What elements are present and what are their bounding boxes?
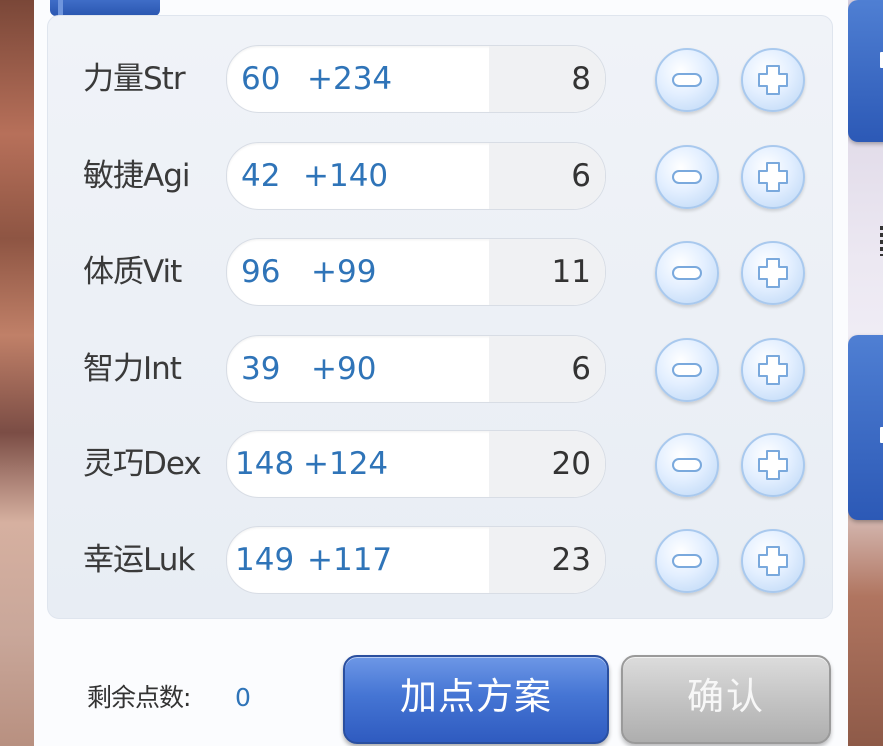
stat-cost-value: 20 [551, 446, 591, 482]
stat-label: 幸运Luk [83, 542, 195, 578]
stat-row-dex: 灵巧Dex 148 +124 20 [0, 430, 883, 498]
stat-bonus-value: +140 [303, 158, 389, 194]
stat-value-field: 60 +234 8 [226, 45, 606, 113]
stat-base-value: 149 [235, 542, 295, 578]
stat-bonus-value: +124 [303, 446, 389, 482]
decrease-agi-button[interactable] [655, 145, 719, 209]
decrease-int-button[interactable] [655, 338, 719, 402]
stat-label: 智力Int [83, 351, 182, 387]
plus-circle-icon [758, 65, 788, 95]
stat-bonus-value: +90 [311, 351, 377, 387]
minus-circle-icon [672, 554, 702, 568]
increase-agi-button[interactable] [741, 145, 805, 209]
stat-cost-value: 6 [571, 351, 591, 387]
stat-label: 灵巧Dex [83, 446, 202, 482]
stat-value-field: 39 +90 6 [226, 335, 606, 403]
increase-dex-button[interactable] [741, 433, 805, 497]
stat-bonus-value: +234 [307, 61, 393, 97]
minus-circle-icon [672, 266, 702, 280]
stat-base-value: 96 [241, 254, 281, 290]
confirm-button[interactable]: 确认 [621, 655, 831, 744]
plus-circle-icon [758, 258, 788, 288]
stat-bonus-value: +117 [307, 542, 393, 578]
stat-label: 敏捷Agi [83, 158, 190, 194]
minus-circle-icon [672, 458, 702, 472]
stat-row-str: 力量Str 60 +234 8 [0, 45, 883, 113]
stat-base-value: 60 [241, 61, 281, 97]
plus-circle-icon [758, 450, 788, 480]
stat-base-value: 42 [241, 158, 281, 194]
increase-str-button[interactable] [741, 48, 805, 112]
stat-value-field: 42 +140 6 [226, 142, 606, 210]
decrease-vit-button[interactable] [655, 241, 719, 305]
stat-value-field: 149 +117 23 [226, 526, 606, 594]
minus-circle-icon [672, 363, 702, 377]
stat-cost-value: 11 [551, 254, 591, 290]
decrease-dex-button[interactable] [655, 433, 719, 497]
allocation-plan-button[interactable]: 加点方案 [343, 655, 609, 744]
stat-row-luk: 幸运Luk 149 +117 23 [0, 526, 883, 594]
decrease-str-button[interactable] [655, 48, 719, 112]
increase-int-button[interactable] [741, 338, 805, 402]
remaining-points-value: 0 [235, 683, 251, 712]
plus-circle-icon [758, 355, 788, 385]
stat-cost-value: 6 [571, 158, 591, 194]
stat-cost-value: 8 [571, 61, 591, 97]
increase-luk-button[interactable] [741, 529, 805, 593]
stat-base-value: 148 [235, 446, 295, 482]
stat-value-field: 148 +124 20 [226, 430, 606, 498]
stat-row-agi: 敏捷Agi 42 +140 6 [0, 142, 883, 210]
stat-row-int: 智力Int 39 +90 6 [0, 335, 883, 403]
stat-row-vit: 体质Vit 96 +99 11 [0, 238, 883, 306]
plus-circle-icon [758, 546, 788, 576]
minus-circle-icon [672, 73, 702, 87]
panel-tab[interactable] [50, 0, 160, 16]
stat-bonus-value: +99 [311, 254, 377, 290]
stat-cost-value: 23 [551, 542, 591, 578]
increase-vit-button[interactable] [741, 241, 805, 305]
decrease-luk-button[interactable] [655, 529, 719, 593]
stat-label: 力量Str [83, 61, 186, 97]
minus-circle-icon [672, 170, 702, 184]
stat-label: 体质Vit [83, 254, 182, 290]
stat-value-field: 96 +99 11 [226, 238, 606, 306]
stat-base-value: 39 [241, 351, 281, 387]
remaining-points-label: 剩余点数: [87, 683, 191, 712]
plus-circle-icon [758, 162, 788, 192]
